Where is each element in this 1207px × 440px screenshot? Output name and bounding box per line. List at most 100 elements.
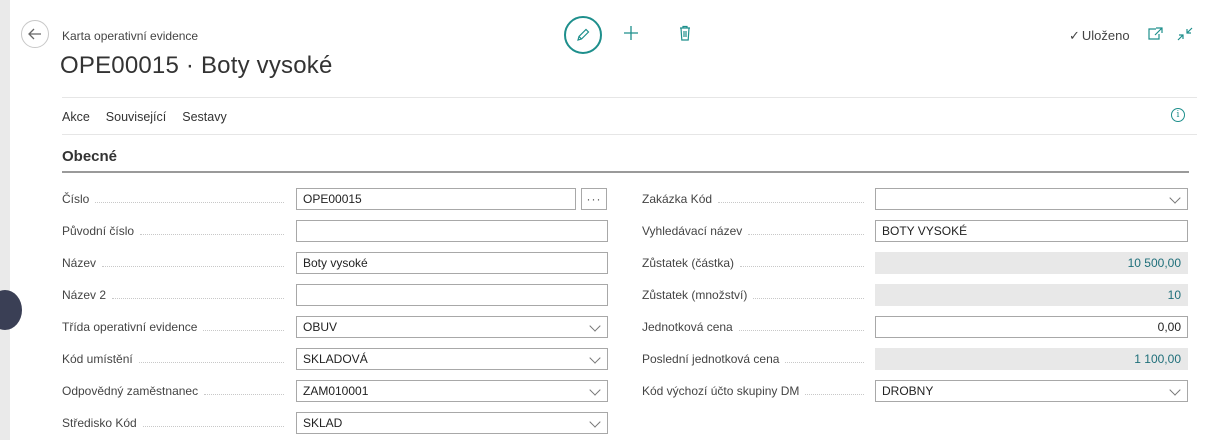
fields_right-row: Zakázka Kód	[642, 187, 870, 211]
chevron-down-icon	[589, 384, 601, 396]
label-leader-dots	[204, 393, 284, 395]
chevron-down-icon	[1169, 384, 1181, 396]
field-label-text: Zůstatek (množství)	[642, 288, 748, 302]
field-label: Středisko Kód	[62, 416, 290, 430]
fields_left-row: Název	[62, 251, 290, 275]
field-label: Třída operativní evidence	[62, 320, 290, 334]
field-label-text: Název 2	[62, 288, 107, 302]
arrow-left-icon	[28, 28, 41, 40]
field-label: Zakázka Kód	[642, 192, 870, 206]
text-field[interactable]	[296, 220, 608, 242]
edit-button[interactable]	[564, 16, 602, 54]
left-edge-strip	[0, 0, 10, 440]
dropdown-field[interactable]	[875, 188, 1188, 210]
fields_left-row: Název 2	[62, 283, 290, 307]
lookup-button[interactable]: ···	[581, 188, 607, 210]
back-button[interactable]	[21, 20, 49, 48]
fields_left-row: Třída operativní evidence	[62, 315, 290, 339]
field-value: ZAM010001	[303, 384, 369, 398]
label-leader-dots	[95, 201, 284, 203]
chevron-down-icon	[589, 416, 601, 428]
field-label-text: Číslo	[62, 192, 90, 206]
dropdown-field[interactable]: SKLADOVÁ	[296, 348, 608, 370]
field-value: 10	[1167, 288, 1181, 302]
menu-divider	[62, 134, 1197, 135]
saved-label: Uloženo	[1081, 28, 1130, 43]
field-label-text: Jednotková cena	[642, 320, 733, 334]
field-value: 1 100,00	[1134, 352, 1181, 366]
text-field[interactable]: OPE00015	[296, 188, 576, 210]
field-label: Vyhledávací název	[642, 224, 870, 238]
field-value: SKLAD	[303, 416, 343, 430]
field-label: Jednotková cena	[642, 320, 870, 334]
label-leader-dots	[740, 265, 864, 267]
field-label: Původní číslo	[62, 224, 290, 238]
fields_right-row: Zůstatek (množství)	[642, 283, 870, 307]
field-label-text: Kód umístění	[62, 352, 133, 366]
trash-icon	[680, 25, 690, 41]
collapse-icon	[1177, 27, 1193, 41]
field-label: Číslo	[62, 192, 290, 206]
field-label-text: Původní číslo	[62, 224, 135, 238]
label-leader-dots	[718, 201, 864, 203]
text-field[interactable]	[296, 284, 608, 306]
readonly-field: 1 100,00	[875, 348, 1188, 370]
fields_left-row: Původní číslo	[62, 219, 290, 243]
field-label-text: Poslední jednotková cena	[642, 352, 780, 366]
dropdown-field[interactable]: ZAM010001	[296, 380, 608, 402]
text-field[interactable]: BOTY VYSOKÉ	[875, 220, 1188, 242]
open-new-window-button[interactable]	[1146, 26, 1164, 42]
readonly-field: 10 500,00	[875, 252, 1188, 274]
label-leader-dots	[102, 265, 284, 267]
menu-item-souvisejici[interactable]: Související	[106, 110, 166, 124]
text-field[interactable]: 0,00	[875, 316, 1188, 338]
field-label-text: Název	[62, 256, 97, 270]
field-value: SKLADOVÁ	[303, 352, 368, 366]
menu-item-akce[interactable]: Akce	[62, 110, 90, 124]
label-leader-dots	[140, 233, 284, 235]
open-new-window-icon	[1148, 27, 1163, 40]
action-menu: Akce Související Sestavy	[62, 110, 227, 124]
label-leader-dots	[748, 233, 864, 235]
field-label-text: Odpovědný zaměstnanec	[62, 384, 199, 398]
field-label: Odpovědný zaměstnanec	[62, 384, 290, 398]
field-value: OPE00015	[303, 192, 362, 206]
label-leader-dots	[138, 361, 284, 363]
fields_left-row: Číslo	[62, 187, 290, 211]
section-divider	[62, 171, 1189, 173]
field-label: Zůstatek (částka)	[642, 256, 870, 270]
record-card: Karta operativní evidence OPE00015 · Bot…	[46, 0, 1207, 440]
label-leader-dots	[785, 361, 864, 363]
new-button[interactable]	[620, 22, 642, 44]
side-panel-handle[interactable]	[0, 290, 22, 330]
pencil-icon	[577, 28, 590, 41]
page-caption: Karta operativní evidence	[62, 29, 199, 43]
dropdown-field[interactable]: SKLAD	[296, 412, 608, 434]
readonly-field: 10	[875, 284, 1188, 306]
fields_left-row: Odpovědný zaměstnanec	[62, 379, 290, 403]
menu-item-sestavy[interactable]: Sestavy	[182, 110, 226, 124]
field-label-text: Zakázka Kód	[642, 192, 713, 206]
label-leader-dots	[142, 425, 284, 427]
field-label-text: Kód výchozí účto skupiny DM	[642, 384, 800, 398]
section-title: Obecné	[62, 148, 118, 165]
dropdown-field[interactable]: DROBNY	[875, 380, 1188, 402]
label-leader-dots	[203, 329, 284, 331]
field-value: DROBNY	[882, 384, 934, 398]
fields_right-row: Poslední jednotková cena	[642, 347, 870, 371]
field-value: BOTY VYSOKÉ	[882, 224, 968, 238]
label-leader-dots	[738, 329, 864, 331]
text-field[interactable]: Boty vysoké	[296, 252, 608, 274]
dropdown-field[interactable]: OBUV	[296, 316, 608, 338]
field-value: 10 500,00	[1127, 256, 1181, 270]
field-label: Kód výchozí účto skupiny DM	[642, 384, 870, 398]
plus-icon	[624, 26, 638, 40]
label-leader-dots	[753, 297, 864, 299]
fields_right-row: Vyhledávací název	[642, 219, 870, 243]
field-label-text: Třída operativní evidence	[62, 320, 198, 334]
field-label: Zůstatek (množství)	[642, 288, 870, 302]
delete-button[interactable]	[674, 22, 696, 44]
info-icon[interactable]: i	[1171, 108, 1185, 122]
fields_left-row: Kód umístění	[62, 347, 290, 371]
collapse-button[interactable]	[1176, 26, 1194, 42]
